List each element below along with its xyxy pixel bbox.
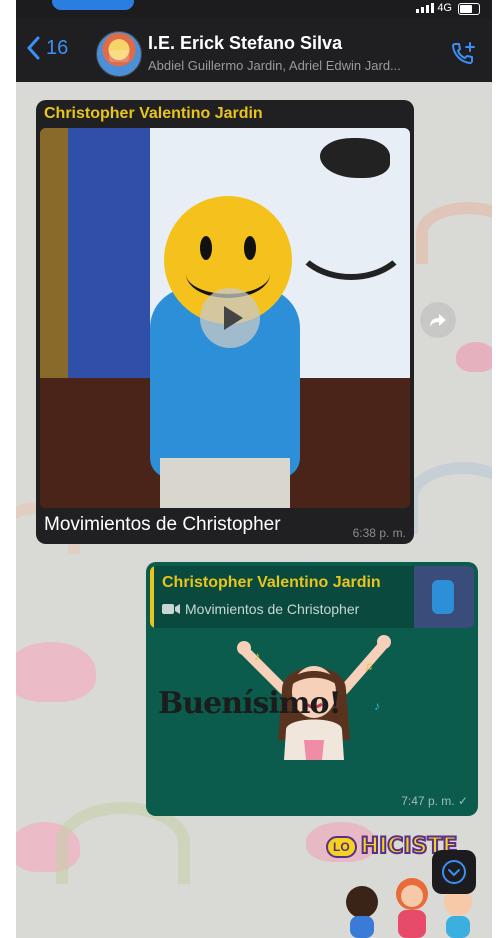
play-button[interactable] [200, 288, 260, 348]
svg-text:♫: ♫ [364, 659, 373, 673]
back-button[interactable]: 16 [26, 36, 68, 60]
quoted-thumbnail [414, 566, 474, 628]
sticker-text: Buenísimo! [158, 686, 342, 721]
quoted-text: Movimientos de Christopher [162, 601, 359, 617]
play-icon [224, 306, 243, 330]
quoted-caption: Movimientos de Christopher [185, 601, 360, 617]
chevron-down-circle-icon [442, 860, 466, 884]
quoted-sender: Christopher Valentino Jardin [162, 574, 381, 591]
video-thumbnail[interactable] [40, 128, 410, 508]
svg-text:♪: ♪ [254, 649, 260, 663]
scroll-to-bottom-button[interactable] [432, 850, 476, 894]
message-time: 7:47 p. m. ✓ [401, 794, 468, 808]
forward-icon [430, 314, 446, 327]
add-call-icon[interactable] [450, 40, 478, 68]
incoming-video-message[interactable]: Christopher Valentino Jardin Movimientos… [36, 100, 414, 544]
group-members[interactable]: Abdiel Guillermo Jardin, Adriel Edwin Ja… [148, 58, 438, 73]
quoted-message[interactable]: Christopher Valentino Jardin Movimientos… [150, 566, 474, 628]
outgoing-sticker-message[interactable]: Christopher Valentino Jardin Movimientos… [146, 562, 478, 816]
svg-text:♪: ♪ [374, 699, 380, 713]
group-title[interactable]: I.E. Erick Stefano Silva [148, 33, 342, 54]
sticker-lo: LO [326, 835, 357, 858]
network-label: 4G [437, 2, 452, 14]
signal-icon [416, 3, 434, 13]
video-camera-icon [162, 604, 180, 614]
chat-screen: 4G 16 I.E. Erick Stefano Silva Abdiel Gu… [16, 0, 492, 938]
message-time: 6:38 p. m. [352, 526, 406, 540]
status-bar: 4G [16, 0, 492, 18]
forward-button[interactable] [420, 302, 456, 338]
group-avatar[interactable] [96, 31, 142, 77]
battery-icon [458, 3, 480, 15]
unread-count: 16 [46, 36, 69, 59]
message-sender[interactable]: Christopher Valentino Jardin [44, 105, 263, 123]
chat-header: 16 I.E. Erick Stefano Silva Abdiel Guill… [16, 18, 492, 82]
chevron-left-icon [26, 36, 40, 60]
video-caption: Movimientos de Christopher [44, 514, 281, 535]
active-call-pill[interactable] [52, 0, 134, 10]
